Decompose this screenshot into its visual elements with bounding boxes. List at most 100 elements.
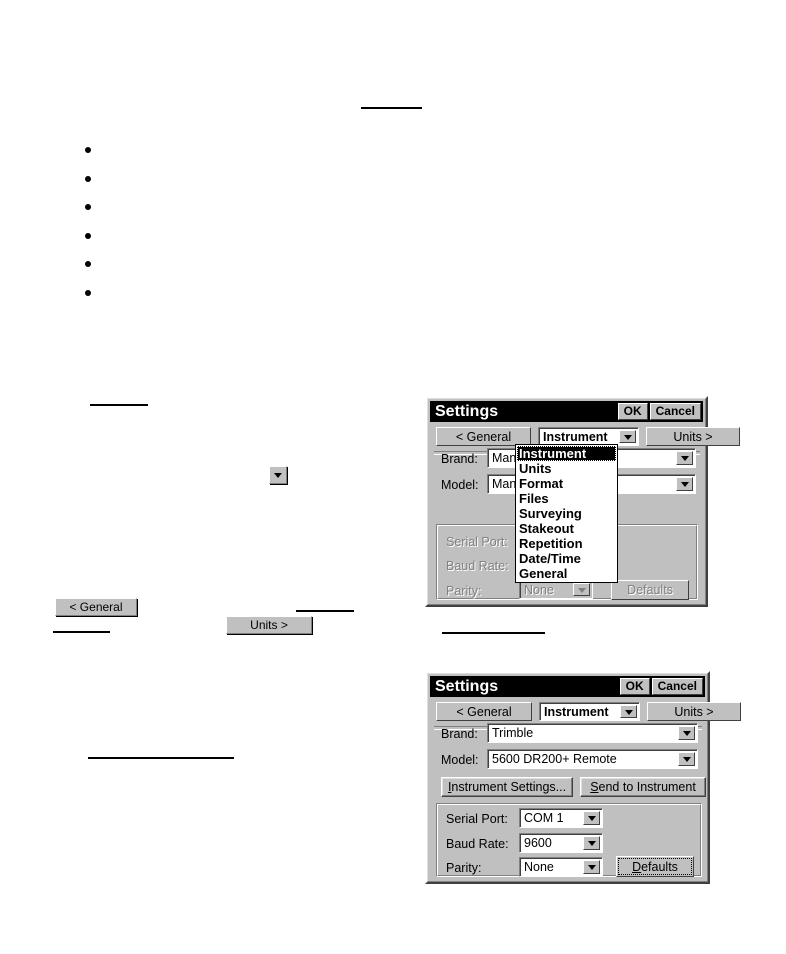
parity-arrow-button[interactable] — [573, 583, 590, 596]
brand-label: Brand: — [441, 727, 478, 741]
section-rule-bottom-left — [88, 757, 234, 759]
page-selector-arrow-button[interactable] — [620, 705, 637, 718]
baud-rate-combo[interactable]: 9600 — [519, 833, 603, 853]
defaults-label: Defaults — [627, 583, 673, 597]
parity-combo[interactable]: None — [519, 857, 603, 877]
model-combo[interactable]: 5600 DR200+ Remote — [487, 749, 698, 769]
ok-button[interactable]: OK — [619, 678, 650, 695]
serial-port-arrow-button[interactable] — [583, 811, 600, 825]
defaults-button[interactable]: Defaults — [616, 856, 694, 877]
list-item — [85, 204, 91, 210]
dialog-titlebar: Settings OK Cancel — [430, 676, 705, 697]
inline-dropdown-arrow-button[interactable] — [269, 466, 287, 484]
list-item — [85, 147, 91, 153]
chevron-down-icon — [623, 434, 632, 440]
chevron-down-icon — [682, 731, 691, 736]
inline-general-button-label: < General — [69, 600, 123, 614]
prev-page-label: < General — [455, 429, 512, 444]
settings-dialog-instrument[interactable]: Settings OK Cancel < General Instrument … — [425, 671, 741, 884]
defaults-button[interactable]: Defaults — [611, 580, 689, 600]
brand-arrow-button[interactable] — [676, 451, 693, 465]
baud-rate-arrow-button[interactable] — [583, 836, 600, 850]
dialog-title: Settings — [435, 403, 499, 420]
defaults-label-rest: efaults — [641, 859, 678, 874]
parity-value: None — [524, 860, 554, 874]
settings-dialog-dropdown-open[interactable]: Settings OK Cancel < General Instrument … — [425, 396, 740, 607]
instrument-settings-label: Instrument Settings... — [447, 780, 567, 794]
page-selector-arrow-button[interactable] — [619, 430, 636, 443]
brand-label: Brand: — [441, 452, 478, 466]
model-label: Model: — [441, 753, 479, 767]
chevron-down-icon — [680, 456, 689, 461]
instrument-settings-label-rest: nstrument Settings... — [451, 780, 567, 794]
chevron-down-icon — [624, 709, 633, 715]
parity-label: Parity: — [446, 584, 482, 598]
dropdown-item-surveying[interactable]: Surveying — [517, 506, 616, 521]
dropdown-item-instrument[interactable]: Instrument — [517, 446, 616, 461]
list-item — [85, 290, 91, 296]
list-item — [85, 233, 91, 239]
cancel-button[interactable]: Cancel — [651, 678, 703, 695]
section-rule-lower-left — [53, 631, 110, 633]
baud-rate-label: Baud Rate: — [446, 837, 509, 851]
next-page-button[interactable]: Units > — [646, 427, 740, 446]
chevron-down-icon — [587, 816, 596, 821]
inline-units-button-label: Units > — [250, 618, 288, 632]
chevron-down-icon — [577, 587, 586, 593]
send-to-instrument-button[interactable]: Send to Instrument — [580, 777, 706, 797]
section-rule-under-dialog-one — [442, 632, 545, 634]
inline-general-button[interactable]: < General — [55, 598, 137, 616]
dropdown-item-format[interactable]: Format — [517, 476, 616, 491]
section-rule-mid — [296, 610, 354, 612]
model-arrow-button[interactable] — [678, 752, 695, 766]
dialog-title: Settings — [435, 678, 499, 695]
model-label: Model: — [441, 478, 479, 492]
parity-value: None — [524, 582, 554, 597]
baud-rate-value: 9600 — [524, 836, 552, 850]
chevron-down-icon — [680, 482, 689, 487]
brand-arrow-button[interactable] — [678, 726, 695, 740]
heading-rule-top — [361, 107, 422, 109]
model-arrow-button[interactable] — [676, 477, 693, 491]
serial-port-label: Serial Port: — [446, 812, 508, 826]
next-page-label: Units > — [674, 704, 714, 719]
brand-value: Trimble — [492, 726, 534, 740]
list-item — [85, 261, 91, 267]
next-page-label: Units > — [673, 429, 713, 444]
serial-port-label: Serial Port: — [446, 535, 508, 549]
chevron-down-icon — [682, 757, 691, 762]
inline-units-button[interactable]: Units > — [226, 616, 312, 634]
chevron-down-icon — [587, 865, 596, 870]
serial-port-combo[interactable]: COM 1 — [519, 808, 603, 828]
parity-arrow-button[interactable] — [583, 860, 600, 874]
page-selector-value: Instrument — [544, 704, 609, 719]
model-value: 5600 DR200+ Remote — [492, 752, 617, 766]
dropdown-item-units[interactable]: Units — [517, 461, 616, 476]
prev-page-button[interactable]: < General — [436, 702, 532, 721]
page-selector-value: Instrument — [543, 429, 608, 444]
instrument-settings-button[interactable]: Instrument Settings... — [441, 777, 573, 797]
dropdown-item-repetition[interactable]: Repetition — [517, 536, 616, 551]
cancel-button[interactable]: Cancel — [649, 403, 701, 420]
send-to-instrument-label-rest: end to Instrument — [598, 780, 696, 794]
dropdown-item-general[interactable]: General — [517, 566, 616, 581]
send-to-instrument-label: Send to Instrument — [590, 780, 696, 794]
dialog-titlebar: Settings OK Cancel — [430, 401, 703, 422]
page-selector-combo[interactable]: Instrument — [539, 702, 640, 721]
page-selector-dropdown-list[interactable]: Instrument Units Format Files Surveying … — [515, 444, 618, 583]
prev-page-label: < General — [456, 704, 512, 719]
dropdown-item-date-time[interactable]: Date/Time — [517, 551, 616, 566]
list-item — [85, 176, 91, 182]
serial-port-value: COM 1 — [524, 811, 564, 825]
dropdown-item-files[interactable]: Files — [517, 491, 616, 506]
dropdown-item-stakeout[interactable]: Stakeout — [517, 521, 616, 536]
defaults-label: Defaults — [632, 859, 678, 874]
baud-rate-label: Baud Rate: — [446, 559, 509, 573]
section-rule-left — [90, 404, 148, 406]
chevron-down-icon — [274, 473, 282, 478]
ok-button[interactable]: OK — [617, 403, 648, 420]
next-page-button[interactable]: Units > — [647, 702, 741, 721]
chevron-down-icon — [587, 841, 596, 846]
brand-combo[interactable]: Trimble — [487, 723, 698, 743]
parity-label: Parity: — [446, 861, 482, 875]
